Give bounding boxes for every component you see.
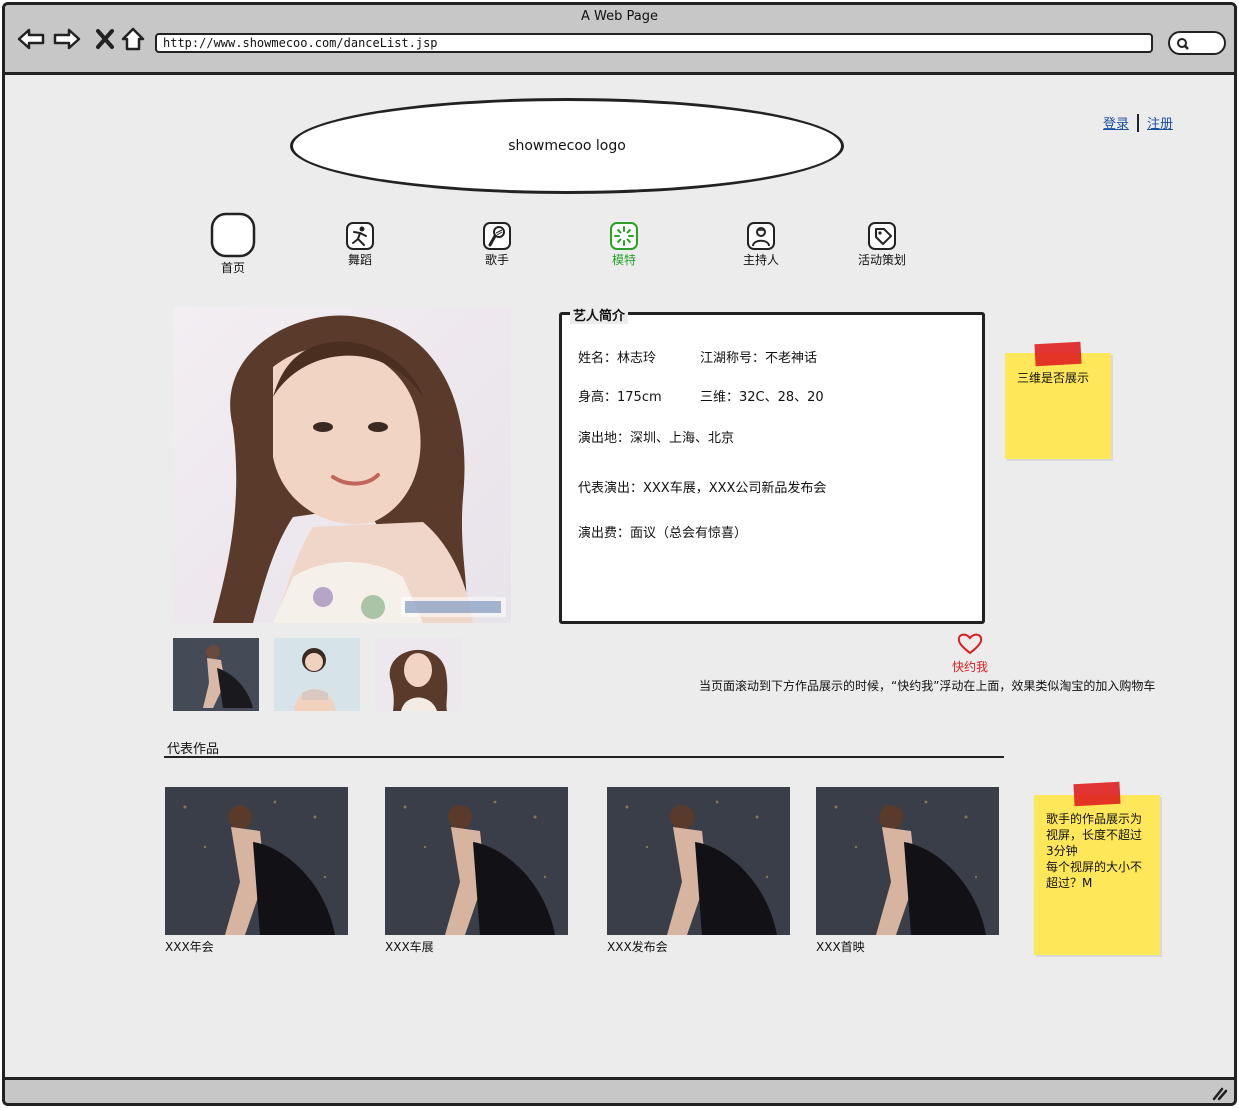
work-item[interactable]: XXX发布会	[607, 787, 790, 955]
work-item[interactable]: XXX车展	[385, 787, 568, 955]
note-line: 视屏，长度不超过	[1046, 828, 1143, 842]
dancer-icon	[346, 222, 374, 250]
tag-icon	[868, 222, 896, 250]
nav-item-home[interactable]: 首页	[188, 211, 278, 276]
quick-book-button[interactable]: 快约我	[945, 633, 995, 675]
nav-item-label: 歌手	[484, 253, 509, 267]
note-line: 每个视屏的大小不	[1046, 860, 1143, 874]
work-caption: XXX首映	[816, 940, 865, 954]
work-caption: XXX年会	[165, 940, 214, 954]
search-field[interactable]	[1168, 31, 1226, 55]
thumbnail-3[interactable]	[375, 638, 461, 711]
section-title: 代表作品	[167, 742, 220, 757]
browser-toolbar: A Web Page http://www.showmecoo.com/danc…	[5, 5, 1234, 75]
login-link[interactable]: 登录	[1103, 113, 1129, 132]
quick-book-label: 快约我	[951, 660, 988, 674]
artist-nickname: 江湖称号：不老神话	[700, 351, 818, 366]
artist-height: 身高：175cm	[578, 390, 662, 405]
work-caption: XXX车展	[385, 940, 434, 954]
note-text: 三维是否展示	[1017, 371, 1090, 385]
stop-button[interactable]	[91, 25, 119, 53]
note-line: 超过？M	[1046, 876, 1093, 890]
status-bar	[5, 1077, 1234, 1103]
search-icon	[1177, 38, 1189, 50]
address-bar[interactable]: http://www.showmecoo.com/danceList.jsp	[155, 33, 1153, 53]
register-link[interactable]: 注册	[1147, 113, 1173, 132]
heart-icon	[957, 633, 983, 655]
main-photo	[173, 307, 511, 623]
artist-profile-panel: 艺人简介 姓名：林志玲 江湖称号：不老神话 身高：175cm 三维：32C、28…	[559, 305, 985, 624]
browser-window: A Web Page http://www.showmecoo.com/danc…	[2, 2, 1237, 1106]
artist-measurements: 三维：32C、28、20	[700, 390, 824, 405]
forward-arrow-icon	[53, 28, 81, 50]
resize-grip-icon	[1212, 1087, 1228, 1101]
site-logo[interactable]: showmecoo logo	[290, 98, 844, 194]
thumbnail-2[interactable]	[274, 638, 360, 711]
nav-item-label: 模特	[611, 253, 636, 267]
blank-tile-icon	[210, 212, 256, 258]
divider	[1137, 113, 1140, 132]
thumbnail-1[interactable]	[173, 638, 259, 711]
artist-locations: 演出地：深圳、上海、北京	[578, 431, 735, 446]
sticky-note: 歌手的作品展示为 视屏，长度不超过 3分钟 每个视屏的大小不 超过？M	[1034, 781, 1160, 955]
nav-item-label: 首页	[220, 261, 245, 275]
work-caption: XXX发布会	[607, 940, 668, 954]
nav-item-label: 舞蹈	[347, 253, 372, 267]
artist-name: 姓名：林志玲	[578, 351, 657, 366]
loading-spinner-icon	[610, 222, 638, 250]
close-icon	[96, 29, 114, 49]
tape	[1073, 781, 1121, 807]
logo-text: showmecoo logo	[508, 138, 626, 154]
work-item[interactable]: XXX年会	[165, 787, 348, 955]
auth-links: 登录 注册	[1103, 113, 1173, 132]
work-item[interactable]: XXX首映	[816, 787, 999, 955]
tape	[1034, 341, 1082, 367]
nav-item-event-planning[interactable]: 活动策划	[837, 221, 927, 268]
nav-item-label: 主持人	[742, 253, 779, 267]
section-divider	[164, 756, 1004, 758]
forward-button[interactable]	[53, 25, 81, 53]
note-text: 歌手的作品展示为 视屏，长度不超过 3分钟 每个视屏的大小不 超过？M	[1046, 811, 1154, 891]
home-button[interactable]	[119, 25, 147, 53]
back-button[interactable]	[17, 25, 45, 53]
nav-item-label: 活动策划	[857, 253, 906, 267]
home-icon	[121, 27, 145, 51]
window-title: A Web Page	[581, 9, 658, 24]
note-line: 3分钟	[1046, 844, 1078, 858]
artist-fee: 演出费：面议（总会有惊喜）	[578, 526, 748, 541]
quick-book-description: 当页面滚动到下方作品展示的时候，“快约我”浮动在上面，效果类似淘宝的加入购物车	[699, 679, 1156, 693]
nav-item-host[interactable]: 主持人	[716, 221, 806, 268]
sticky-note: 三维是否展示	[1005, 341, 1111, 459]
nav-item-model[interactable]: 模特	[579, 221, 669, 268]
back-arrow-icon	[17, 28, 45, 50]
microphone-icon	[483, 222, 511, 250]
note-line: 歌手的作品展示为	[1046, 812, 1143, 826]
host-person-icon	[747, 222, 775, 250]
nav-item-singer[interactable]: 歌手	[452, 221, 542, 268]
nav-item-dance[interactable]: 舞蹈	[315, 221, 405, 268]
artist-shows: 代表演出：XXX车展，XXX公司新品发布会	[578, 481, 827, 496]
panel-title: 艺人简介	[570, 305, 629, 324]
